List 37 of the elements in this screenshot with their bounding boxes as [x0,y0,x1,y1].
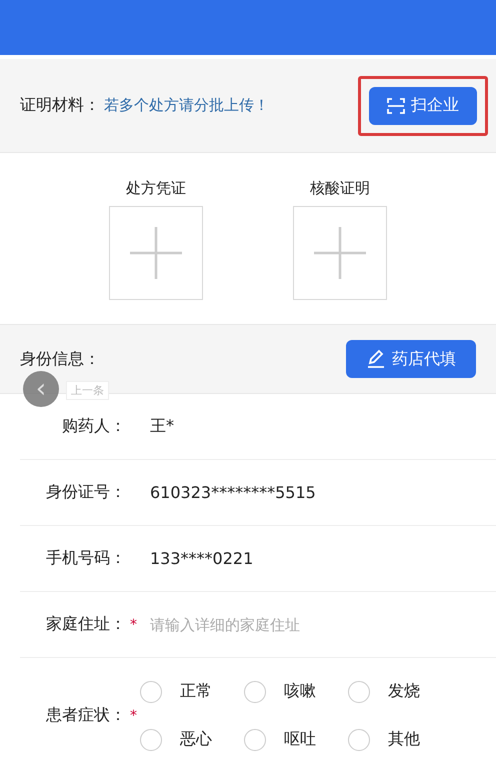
plus-icon [130,227,182,279]
field-value: 610323********5515 [150,483,316,502]
pharmacy-fill-button[interactable]: 药店代填 [346,340,476,378]
field-label: 手机号码： [45,548,126,569]
option-label: 发烧 [388,681,420,702]
scan-icon [387,96,405,114]
field-label: 患者症状： [45,705,126,726]
radio-button[interactable] [244,680,266,702]
field-value: 王* [150,416,174,437]
pencil-icon [366,349,386,369]
section-label: 证明材料： [20,95,100,116]
option-label: 其他 [388,729,420,750]
field-value: 133****0221 [150,549,254,568]
radio-button[interactable] [244,728,266,750]
field-label: 购药人： [61,416,126,437]
field-label: 家庭住址： [45,614,126,635]
radio-button[interactable] [348,728,370,750]
option-label: 咳嗽 [284,681,316,702]
plus-icon [314,227,366,279]
required-mark: * [130,616,137,632]
upload-label: 处方凭证 [126,179,186,198]
upload-button[interactable] [293,206,387,300]
scan-button[interactable]: 扫企业 [369,86,477,124]
option-label: 呕吐 [284,729,316,750]
radio-button[interactable] [348,680,370,702]
upload-hint: 若多个处方请分批上传！ [104,96,270,115]
required-mark: * [130,708,137,724]
option-label: 正常 [180,681,212,702]
upload-label: 核酸证明 [310,179,370,198]
option-label: 恶心 [180,729,212,750]
section-label: 身份信息： [20,348,100,370]
upload-button[interactable] [109,206,203,300]
radio-button[interactable] [140,680,162,702]
radio-button[interactable] [140,728,162,750]
field-label: 身份证号： [45,482,126,503]
tooltip: 上一条 [66,381,109,400]
previous-button[interactable]: ‹ [23,371,59,407]
